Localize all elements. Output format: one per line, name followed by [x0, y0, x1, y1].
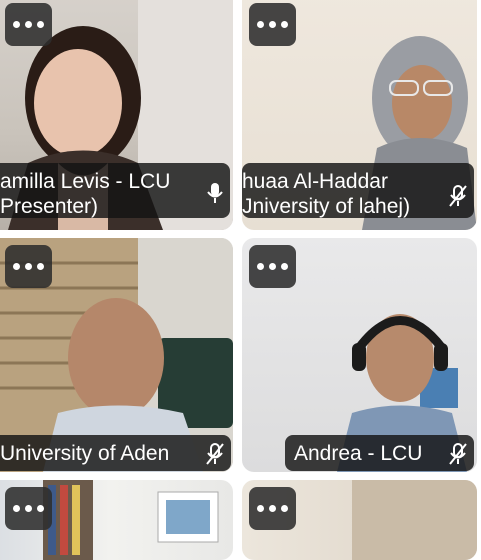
- video-tile-camilla[interactable]: amilla Levis - LCU Presenter): [0, 0, 233, 230]
- mic-muted-icon: [449, 185, 467, 207]
- video-tile-university-of-aden[interactable]: University of Aden: [0, 238, 233, 472]
- participant-name-label: amilla Levis - LCU Presenter): [0, 163, 230, 218]
- participant-name-label: Andrea - LCU: [285, 435, 474, 471]
- mic-muted-icon: [449, 443, 467, 465]
- more-options-icon: [13, 505, 20, 512]
- video-tile-huaa[interactable]: huaa Al-Haddar Jniversity of lahej): [242, 0, 477, 230]
- more-options-button[interactable]: [5, 487, 52, 530]
- more-options-icon: [257, 21, 264, 28]
- more-options-icon: [13, 263, 20, 270]
- mic-muted-icon: [206, 443, 224, 465]
- more-options-button[interactable]: [249, 487, 296, 530]
- video-tile-6[interactable]: [242, 480, 477, 560]
- more-options-icon: [257, 263, 264, 270]
- video-tile-5[interactable]: [0, 480, 233, 560]
- video-tile-andrea[interactable]: Andrea - LCU: [242, 238, 477, 472]
- mic-on-icon: [207, 183, 223, 203]
- participant-name-label: huaa Al-Haddar Jniversity of lahej): [242, 163, 474, 218]
- more-options-button[interactable]: [249, 245, 296, 288]
- more-options-button[interactable]: [5, 245, 52, 288]
- more-options-icon: [257, 505, 264, 512]
- more-options-button[interactable]: [5, 3, 52, 46]
- more-options-icon: [13, 21, 20, 28]
- more-options-button[interactable]: [249, 3, 296, 46]
- participant-name-label: University of Aden: [0, 435, 231, 471]
